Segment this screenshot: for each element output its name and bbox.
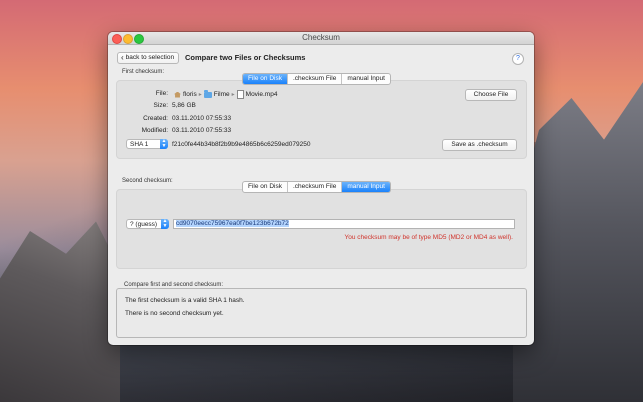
help-button[interactable]: ?	[512, 53, 524, 65]
manual-checksum-text: cd9070eecc75967ea0f7be123b672b72	[176, 220, 289, 227]
checksum-type-message: You checksum may be of type MD5 (MD2 or …	[344, 234, 513, 241]
home-icon	[174, 91, 181, 98]
chevron-left-icon: ‹	[121, 53, 124, 62]
second-algorithm-select[interactable]: ? (guess) ▲ ▼	[126, 219, 169, 229]
modified-value: 03.11.2010 07:55:33	[172, 127, 232, 134]
file-path: floris ▸ Filme ▸ Movie.mp4	[174, 90, 277, 99]
first-checksum-label: First checksum:	[122, 69, 165, 75]
tab-second-manual-input[interactable]: manual Input	[341, 182, 390, 192]
save-as-checksum-button[interactable]: Save as .checksum	[442, 139, 517, 151]
compare-result-first: The first checksum is a valid SHA 1 hash…	[125, 297, 245, 304]
path-segment-file: Movie.mp4	[245, 91, 278, 98]
file-icon	[236, 90, 244, 99]
created-label: Created:	[143, 115, 168, 122]
tab-second-file-on-disk[interactable]: File on Disk	[243, 182, 287, 192]
second-checksum-panel	[116, 189, 527, 269]
popup-arrows-icon: ▲ ▼	[160, 138, 168, 149]
second-algorithm-value: ? (guess)	[130, 221, 158, 228]
checksum-window: Checksum ‹ back to selection Compare two…	[108, 32, 534, 345]
modified-label: Modified:	[141, 127, 168, 134]
folder-icon	[203, 90, 212, 98]
path-separator-icon: ▸	[231, 92, 235, 98]
back-button-label: back to selection	[125, 54, 175, 61]
size-label: Size:	[153, 102, 168, 109]
first-algorithm-value: SHA 1	[130, 141, 149, 148]
window-title: Checksum	[302, 33, 340, 42]
tab-first-checksum-file[interactable]: .checksum File	[286, 74, 341, 84]
created-value: 03.11.2010 07:55:33	[172, 115, 232, 122]
compare-result-second: There is no second checksum yet.	[125, 310, 224, 317]
choose-file-button[interactable]: Choose File	[465, 89, 517, 101]
path-segment-home: floris	[183, 91, 197, 98]
size-value: 5,86 GB	[172, 102, 196, 109]
compare-legend: Compare first and second checksum:	[122, 282, 226, 288]
first-algorithm-select[interactable]: SHA 1 ▲ ▼	[126, 139, 168, 149]
second-source-tabs: File on Disk .checksum File manual Input	[242, 181, 391, 193]
second-checksum-label: Second checksum:	[122, 178, 173, 184]
path-segment-folder: Filme	[213, 91, 230, 98]
tab-first-file-on-disk[interactable]: File on Disk	[243, 74, 287, 84]
page-title: Compare two Files or Checksums	[185, 53, 306, 62]
title-bar[interactable]: Checksum	[108, 32, 534, 45]
tab-second-checksum-file[interactable]: .checksum File	[286, 182, 341, 192]
header: ‹ back to selection Compare two Files or…	[108, 45, 534, 69]
path-separator-icon: ▸	[198, 92, 202, 98]
popup-arrows-icon: ▲ ▼	[161, 218, 169, 229]
file-label: File:	[155, 90, 168, 97]
first-source-tabs: File on Disk .checksum File manual Input	[242, 73, 391, 85]
manual-checksum-input[interactable]: cd9070eecc75967ea0f7be123b672b72	[173, 219, 515, 229]
back-to-selection-button[interactable]: ‹ back to selection	[117, 52, 180, 64]
first-checksum-value: f21c0fe44b34b8f2b9b9e4865b6c6259ed079250	[172, 141, 311, 148]
tab-first-manual-input[interactable]: manual Input	[341, 74, 390, 84]
